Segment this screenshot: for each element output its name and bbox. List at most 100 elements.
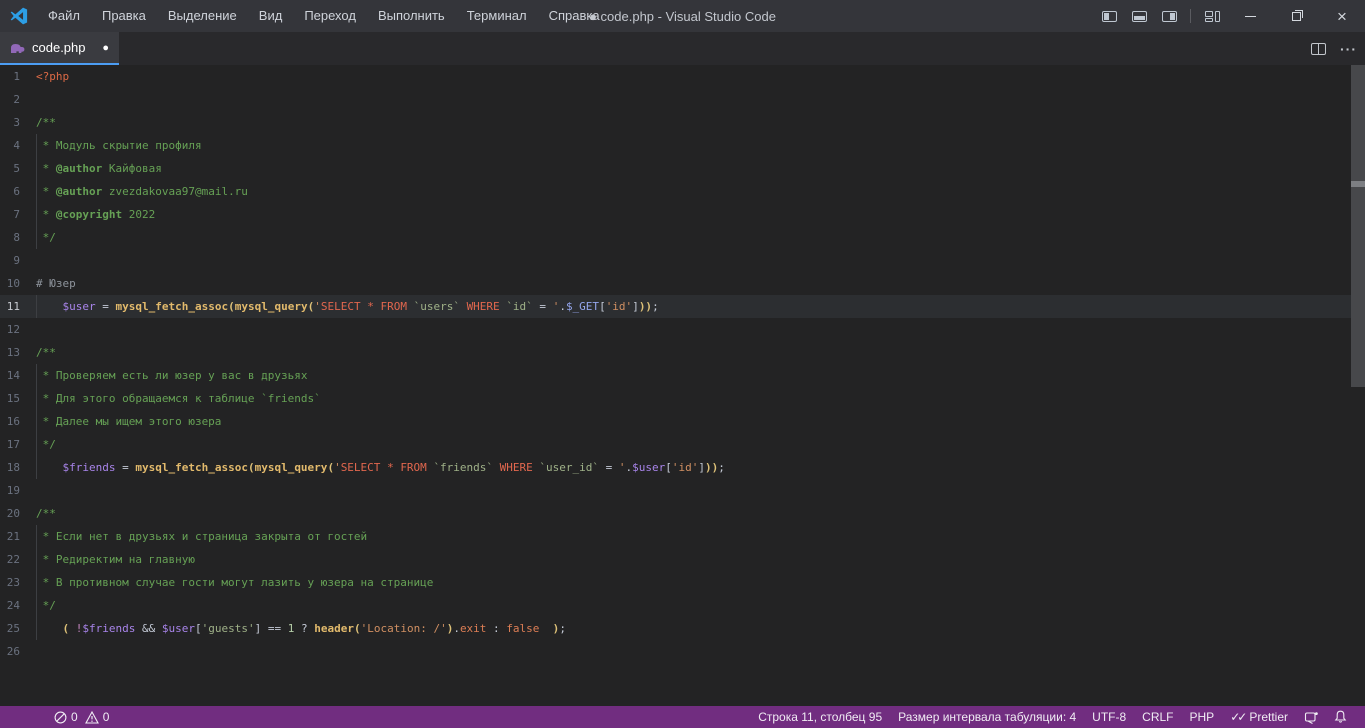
close-icon: × [1337, 8, 1347, 25]
tab-code-php[interactable]: code.php ● [0, 32, 119, 65]
language-mode[interactable]: PHP [1182, 710, 1223, 724]
code-line[interactable]: 18 $friends = mysql_fetch_assoc(mysql_qu… [0, 456, 1365, 479]
code-line[interactable]: 13/** [0, 341, 1365, 364]
code-line[interactable]: 9 [0, 249, 1365, 272]
line-number: 26 [0, 640, 20, 663]
tab-modified-dot[interactable]: ● [102, 42, 109, 54]
formatter-status[interactable]: ✓✓ Prettier [1222, 710, 1296, 724]
code-line[interactable]: 2 [0, 88, 1365, 111]
scrollbar-thumb[interactable] [1351, 65, 1365, 387]
code-line[interactable]: 6 * @author zvezdakovaa97@mail.ru [0, 180, 1365, 203]
double-check-icon: ✓✓ [1230, 710, 1244, 724]
vertical-scrollbar[interactable] [1351, 65, 1365, 706]
line-number: 21 [0, 525, 20, 548]
indent-guide [36, 548, 37, 571]
code-line[interactable]: 20/** [0, 502, 1365, 525]
code-line[interactable]: 17 */ [0, 433, 1365, 456]
code-line[interactable]: 22 * Редиректим на главную [0, 548, 1365, 571]
cursor-position[interactable]: Строка 11, столбец 95 [750, 710, 890, 724]
panel-icon [1132, 11, 1147, 22]
window-title: ● code.php - Visual Studio Code [589, 9, 776, 24]
code-line[interactable]: 19 [0, 479, 1365, 502]
indent-guide [36, 456, 37, 479]
secondary-sidebar-icon [1162, 11, 1177, 22]
encoding[interactable]: UTF-8 [1084, 710, 1134, 724]
errors-icon [54, 711, 67, 724]
minimize-button[interactable] [1227, 0, 1273, 32]
menu-go[interactable]: Переход [293, 0, 367, 32]
code-line[interactable]: 24 */ [0, 594, 1365, 617]
line-number: 6 [0, 180, 20, 203]
line-number: 9 [0, 249, 20, 272]
indent-guide [36, 364, 37, 387]
more-actions-icon[interactable]: ··· [1340, 41, 1357, 57]
code-line[interactable]: 21 * Если нет в друзьях и страница закры… [0, 525, 1365, 548]
line-number: 13 [0, 341, 20, 364]
indent-guide [36, 433, 37, 456]
indent-guide [36, 226, 37, 249]
indent-guide [36, 410, 37, 433]
menu-run[interactable]: Выполнить [367, 0, 456, 32]
line-number: 4 [0, 134, 20, 157]
php-file-icon [10, 42, 26, 54]
code-line[interactable]: 3/** [0, 111, 1365, 134]
code-line[interactable]: 10# Юзер [0, 272, 1365, 295]
line-number: 3 [0, 111, 20, 134]
line-number: 14 [0, 364, 20, 387]
feedback-icon [1304, 711, 1318, 724]
line-number: 7 [0, 203, 20, 226]
indentation-setting[interactable]: Размер интервала табуляции: 4 [890, 710, 1084, 724]
code-line[interactable]: 14 * Проверяем есть ли юзер у вас в друз… [0, 364, 1365, 387]
line-number: 20 [0, 502, 20, 525]
eol-sequence[interactable]: CRLF [1134, 710, 1181, 724]
sidebar-icon [1102, 11, 1117, 22]
indent-guide [36, 525, 37, 548]
line-number: 2 [0, 88, 20, 111]
code-line[interactable]: 4 * Модуль скрытие профиля [0, 134, 1365, 157]
line-number: 1 [0, 65, 20, 88]
code-line[interactable]: 16 * Далее мы ищем этого юзера [0, 410, 1365, 433]
line-number: 24 [0, 594, 20, 617]
line-number: 18 [0, 456, 20, 479]
line-number: 23 [0, 571, 20, 594]
toggle-panel-button[interactable] [1124, 0, 1154, 32]
code-line[interactable]: 15 * Для этого обращаемся к таблице `fri… [0, 387, 1365, 410]
close-button[interactable]: × [1319, 0, 1365, 32]
warnings-count: 0 [103, 710, 110, 724]
line-number: 11 [0, 295, 20, 318]
indent-guide [36, 180, 37, 203]
line-number: 17 [0, 433, 20, 456]
editor[interactable]: 1<?php23/**4 * Модуль скрытие профиля5 *… [0, 65, 1365, 706]
code-line[interactable]: 12 [0, 318, 1365, 341]
menu-terminal[interactable]: Терминал [456, 0, 538, 32]
code-line[interactable]: 26 [0, 640, 1365, 663]
problems-indicator[interactable]: 0 0 [46, 710, 117, 724]
notifications-button[interactable] [1326, 710, 1355, 724]
feedback-button[interactable] [1296, 711, 1326, 724]
formatter-label: Prettier [1249, 710, 1288, 724]
line-number: 16 [0, 410, 20, 433]
code-line[interactable]: 1<?php [0, 65, 1365, 88]
menu-edit[interactable]: Правка [91, 0, 157, 32]
code-line[interactable]: 5 * @author Кайфовая [0, 157, 1365, 180]
code-line[interactable]: 8 */ [0, 226, 1365, 249]
restore-button[interactable] [1273, 0, 1319, 32]
menu-selection[interactable]: Выделение [157, 0, 248, 32]
indent-guide [36, 387, 37, 410]
menu-view[interactable]: Вид [248, 0, 294, 32]
toggle-sidebar-button[interactable] [1094, 0, 1124, 32]
split-editor-icon[interactable] [1311, 43, 1326, 55]
indent-guide [36, 617, 37, 640]
line-number: 15 [0, 387, 20, 410]
menu-file[interactable]: Файл [37, 0, 91, 32]
line-number: 5 [0, 157, 20, 180]
code-line[interactable]: 11 $user = mysql_fetch_assoc(mysql_query… [0, 295, 1365, 318]
toggle-secondary-sidebar-button[interactable] [1154, 0, 1184, 32]
line-number: 22 [0, 548, 20, 571]
line-number: 12 [0, 318, 20, 341]
code-line[interactable]: 23 * В противном случае гости могут лази… [0, 571, 1365, 594]
code-line[interactable]: 25 ( !$friends && $user['guests'] == 1 ?… [0, 617, 1365, 640]
vscode-logo-icon [10, 7, 28, 25]
customize-layout-button[interactable] [1197, 0, 1227, 32]
code-line[interactable]: 7 * @copyright 2022 [0, 203, 1365, 226]
